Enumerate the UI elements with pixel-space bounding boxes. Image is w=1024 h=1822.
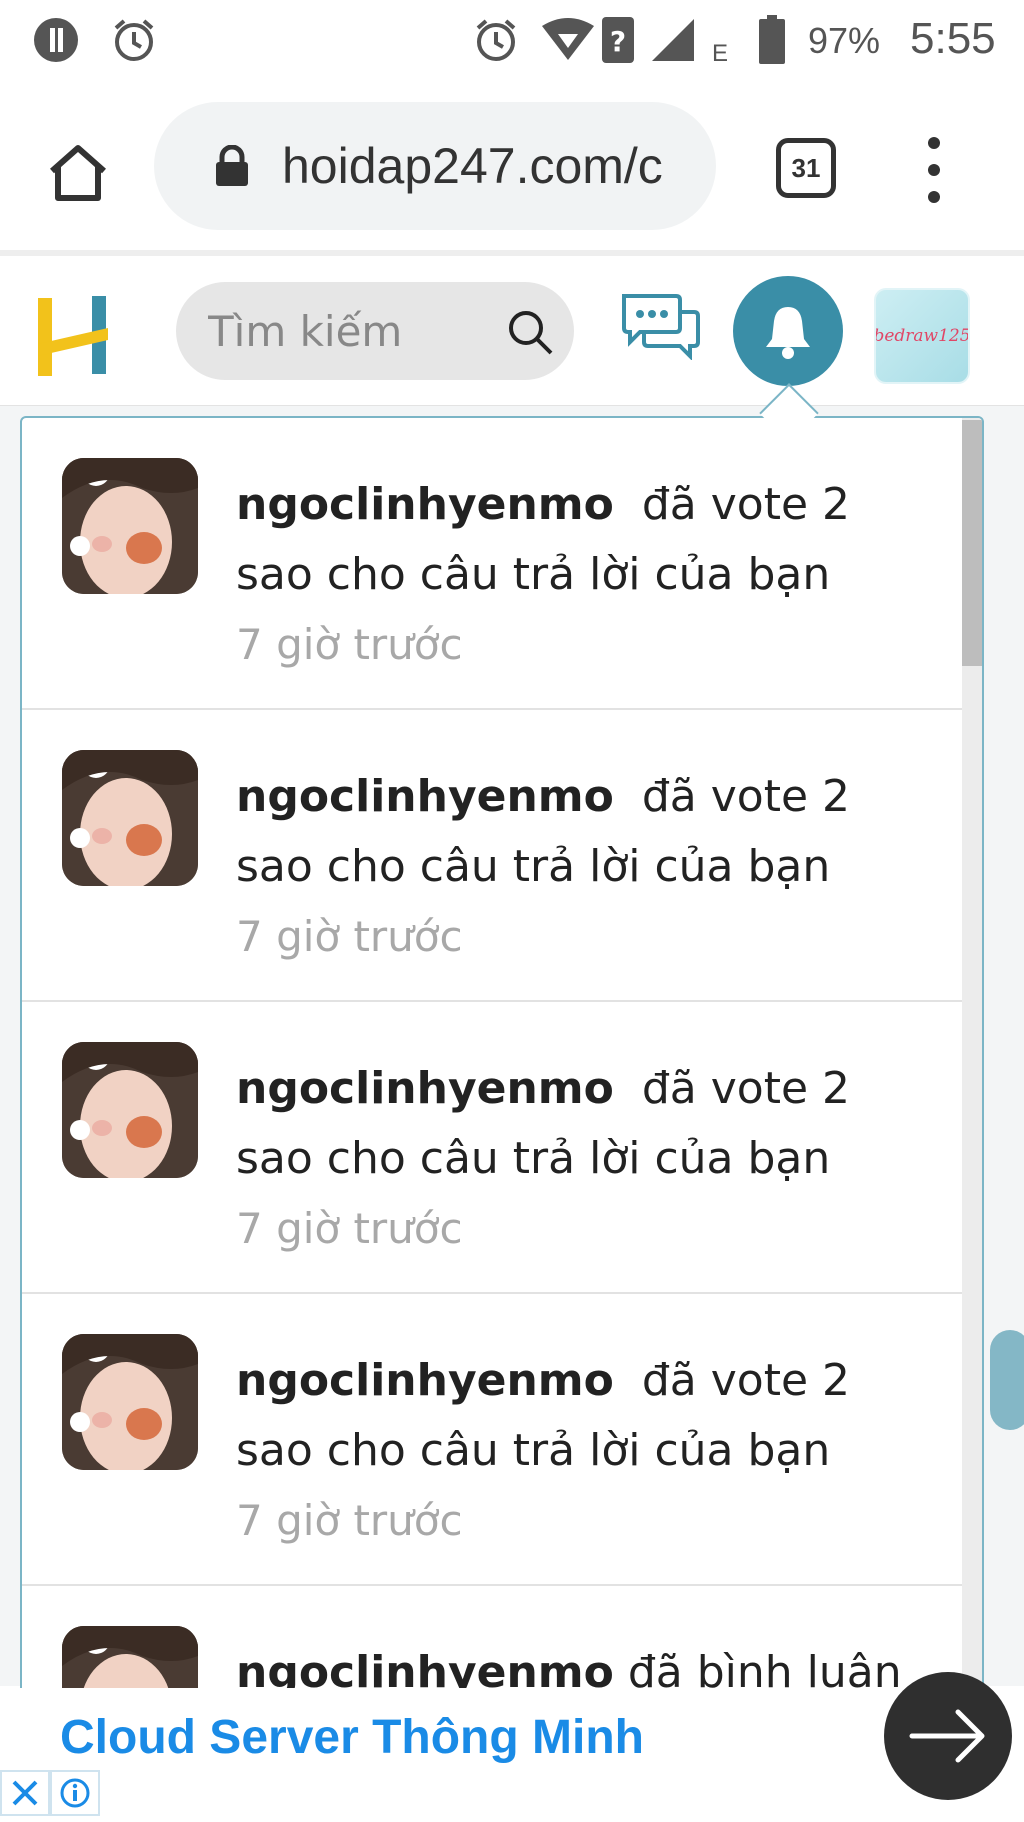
notification-item[interactable]: ngoclinhyenmo đã vote 2 sao cho câu trả …: [22, 1294, 966, 1586]
notification-user: ngoclinhyenmo: [236, 1355, 614, 1406]
bell-icon: [766, 307, 810, 359]
floating-button-edge: [990, 1330, 1024, 1430]
menu-dot: [928, 163, 940, 176]
battery-percent: 97%: [808, 20, 881, 61]
notification-body: ngoclinhyenmo đã vote 2 sao cho câu trả …: [236, 1346, 956, 1556]
arrow-right-icon: [909, 1709, 985, 1763]
notification-avatar: [62, 750, 198, 886]
signal-icon: [650, 16, 696, 64]
lock-icon: [210, 144, 254, 188]
notification-item[interactable]: ngoclinhyenmo đã vote 2 sao cho câu trả …: [22, 710, 966, 1002]
site-logo[interactable]: [36, 294, 112, 378]
scrollbar-thumb[interactable]: [962, 420, 982, 666]
notification-item[interactable]: ngoclinhyenmo đã vote 2 sao cho câu trả …: [22, 1002, 966, 1294]
ad-banner[interactable]: Cloud Server Thông Minh: [0, 1688, 1024, 1822]
browser-menu-button[interactable]: [910, 130, 958, 210]
user-avatar-text: bedraw125: [874, 326, 970, 346]
notification-time: 7 giờ trước: [236, 620, 463, 669]
notification-avatar: [62, 1042, 198, 1178]
notification-avatar: [62, 1334, 198, 1470]
home-button[interactable]: [40, 135, 116, 211]
alarm-icon: [110, 16, 158, 64]
notification-detail: sao cho câu trả lời của bạn: [236, 1133, 831, 1184]
notification-body: ngoclinhyenmo đã vote 2 sao cho câu trả …: [236, 470, 956, 680]
battery-icon: [758, 15, 786, 64]
notification-detail: sao cho câu trả lời của bạn: [236, 841, 831, 892]
network-type: E: [712, 40, 729, 67]
ad-open-button[interactable]: [884, 1672, 1012, 1800]
notifications-button[interactable]: [733, 276, 843, 386]
notification-detail: sao cho câu trả lời của bạn: [236, 1425, 831, 1476]
notification-detail: sao cho câu trả lời của bạn: [236, 549, 831, 600]
unknown-network-icon: ?: [600, 16, 636, 64]
data-saver-icon: [32, 16, 80, 64]
notifications-dropdown: ngoclinhyenmo đã vote 2 sao cho câu trả …: [20, 416, 984, 1706]
wifi-icon: [540, 16, 596, 64]
status-bar: ? E 97% 5:55: [0, 0, 1024, 80]
browser-toolbar: hoidap247.com/c 31: [0, 80, 1024, 256]
messages-button[interactable]: [620, 292, 700, 361]
notification-body: ngoclinhyenmo đã vote 2 sao cho câu trả …: [236, 1054, 956, 1264]
clock: 5:55: [910, 14, 996, 63]
notification-action: đã vote 2: [641, 771, 850, 822]
chat-icon: [622, 294, 700, 361]
info-icon[interactable]: [50, 1770, 100, 1816]
search-icon[interactable]: [506, 308, 554, 356]
close-icon[interactable]: [0, 1770, 50, 1816]
address-bar[interactable]: hoidap247.com/c: [154, 102, 716, 230]
ad-controls: [0, 1770, 100, 1816]
svg-text:?: ?: [610, 25, 626, 58]
user-avatar[interactable]: bedraw125: [874, 288, 970, 384]
alarm-icon: [472, 16, 520, 64]
notifications-list: ngoclinhyenmo đã vote 2 sao cho câu trả …: [22, 418, 966, 1704]
notification-action: đã vote 2: [641, 1063, 850, 1114]
notification-action: đã vote 2: [641, 1355, 850, 1406]
notification-item[interactable]: ngoclinhyenmo đã vote 2 sao cho câu trả …: [22, 418, 966, 710]
notification-user: ngoclinhyenmo: [236, 1063, 614, 1114]
notification-time: 7 giờ trước: [236, 1496, 463, 1545]
search-box: [176, 282, 574, 380]
url-text: hoidap247.com/c: [282, 138, 663, 194]
notification-user: ngoclinhyenmo: [236, 771, 614, 822]
notification-user: ngoclinhyenmo: [236, 479, 614, 530]
search-input[interactable]: [208, 306, 488, 356]
ad-title[interactable]: Cloud Server Thông Minh: [60, 1710, 644, 1765]
menu-dot: [928, 137, 940, 150]
notification-body: ngoclinhyenmo đã vote 2 sao cho câu trả …: [236, 762, 956, 972]
menu-dot: [928, 190, 940, 203]
home-icon: [50, 145, 106, 201]
notification-action: đã vote 2: [641, 479, 850, 530]
notification-time: 7 giờ trước: [236, 1204, 463, 1253]
notification-time: 7 giờ trước: [236, 912, 463, 961]
dropdown-scrollbar[interactable]: [962, 418, 982, 1704]
notification-avatar: [62, 458, 198, 594]
site-header: bedraw125: [0, 262, 1024, 406]
tab-switcher-button[interactable]: 31: [776, 138, 836, 198]
